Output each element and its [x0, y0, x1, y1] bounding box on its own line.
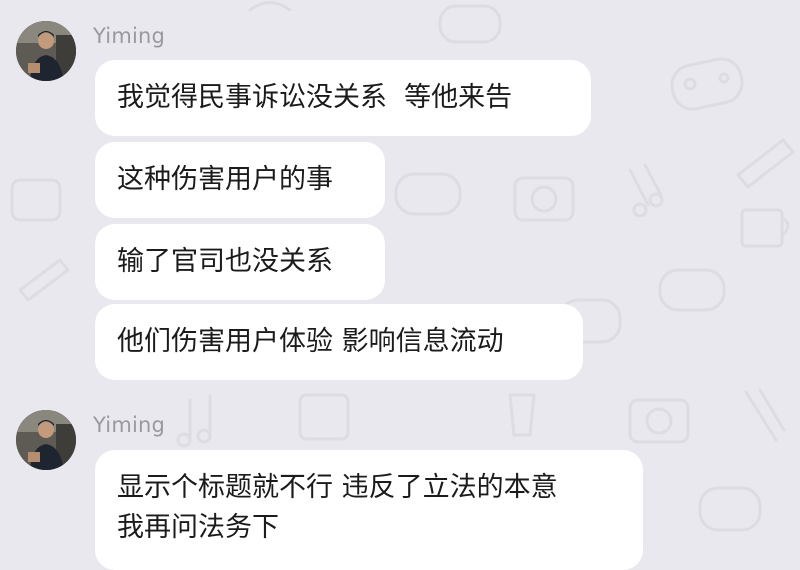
- message-bubble[interactable]: 这种伤害用户的事: [95, 142, 385, 218]
- message-bubble[interactable]: 输了官司也没关系: [95, 224, 385, 300]
- user-avatar-photo-icon: [16, 21, 76, 81]
- sender-name: Yiming: [93, 413, 166, 437]
- sender-avatar[interactable]: [16, 410, 76, 470]
- user-avatar-photo-icon: [16, 410, 76, 470]
- sender-avatar[interactable]: [16, 21, 76, 81]
- chat-message-list[interactable]: Yiming 我觉得民事诉讼没关系 等他来告 这种伤害用户的事 输了官司也没关系…: [0, 0, 800, 570]
- message-bubble[interactable]: 显示个标题就不行 违反了立法的本意 我再问法务下: [95, 450, 643, 570]
- message-bubble[interactable]: 他们伤害用户体验 影响信息流动: [95, 304, 583, 380]
- sender-name: Yiming: [93, 24, 166, 48]
- message-bubble[interactable]: 我觉得民事诉讼没关系 等他来告: [95, 60, 591, 136]
